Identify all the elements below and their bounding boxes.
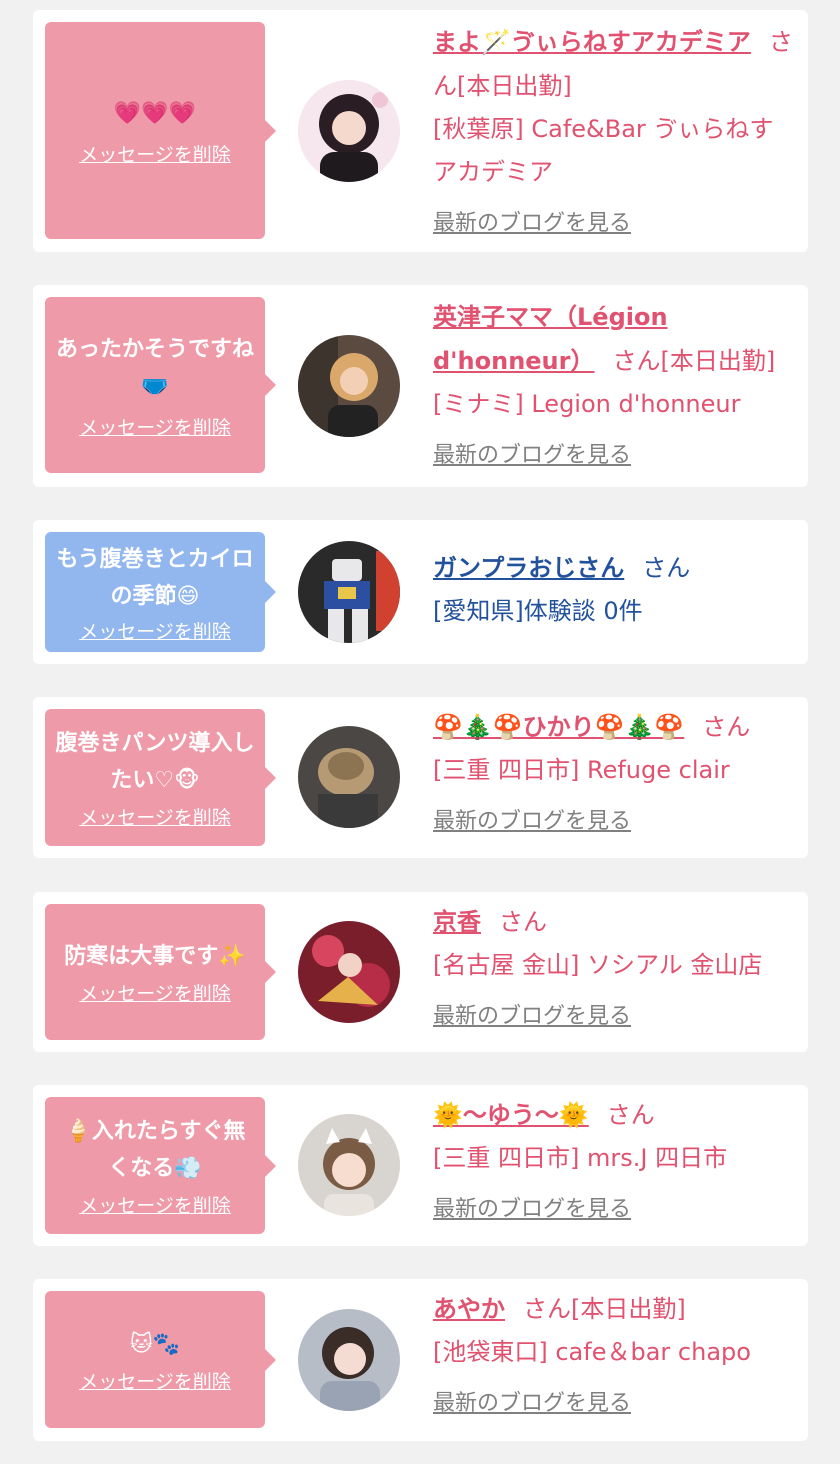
message-bubble: 防寒は大事です✨ メッセージを削除	[45, 904, 276, 1040]
message-bubble: 🍦入れたらすぐ無くなる💨 メッセージを削除	[45, 1097, 276, 1234]
message-card: 腹巻きパンツ導入したい♡🐵 メッセージを削除 🍄🎄🍄ひかり🍄🎄🍄 さん [三重 四…	[33, 697, 808, 858]
delete-message-link[interactable]: メッセージを削除	[79, 803, 231, 830]
delete-message-link[interactable]: メッセージを削除	[79, 979, 231, 1006]
message-text: 腹巻きパンツ導入したい♡🐵	[55, 731, 255, 793]
message-bubble: あったかそうですね🩲 メッセージを削除	[45, 297, 276, 473]
sender-name-link[interactable]: 🌞〜ゆう〜🌞	[433, 1101, 589, 1129]
shop-label: [三重 四日市] mrs.J 四日市	[433, 1144, 728, 1172]
message-text: 💗💗💗	[113, 100, 197, 126]
avatar[interactable]	[298, 80, 400, 182]
latest-blog-link[interactable]: 最新のブログを見る	[433, 202, 631, 246]
sender-suffix: さん[本日出勤]	[612, 347, 776, 375]
avatar[interactable]	[298, 1114, 400, 1216]
sender-name-link[interactable]: 🍄🎄🍄ひかり🍄🎄🍄	[433, 713, 684, 741]
message-card: 🐱🐾 メッセージを削除 あやか さん[本日出勤] [池袋東口] cafe＆bar …	[33, 1279, 808, 1441]
sender-info: まよ🪄ゔぃらねすアカデミア さん[本日出勤] [秋葉原] Cafe&Bar ゔぃら…	[433, 20, 793, 246]
sender-suffix: さん	[702, 713, 751, 741]
delete-message-link[interactable]: メッセージを削除	[79, 140, 231, 167]
sender-info: 🍄🎄🍄ひかり🍄🎄🍄 さん [三重 四日市] Refuge clair 最新のブログ…	[433, 705, 793, 844]
sender-suffix: さん	[606, 1101, 655, 1129]
latest-blog-link[interactable]: 最新のブログを見る	[433, 995, 631, 1039]
avatar[interactable]	[298, 921, 400, 1023]
sender-info: ガンプラおじさん さん [愛知県]体験談 0件	[433, 546, 793, 633]
sender-info: 🌞〜ゆう〜🌞 さん [三重 四日市] mrs.J 四日市 最新のブログを見る	[433, 1093, 793, 1232]
sender-suffix: さん	[499, 908, 547, 936]
shop-label: [秋葉原] Cafe&Bar ゔぃらねすアカデミア	[433, 115, 774, 186]
message-card: 🍦入れたらすぐ無くなる💨 メッセージを削除 🌞〜ゆう〜🌞 さん [三重 四日市] …	[33, 1085, 808, 1246]
sender-name-link[interactable]: 京香	[433, 908, 481, 936]
shop-label: [名古屋 金山] ソシアル 金山店	[433, 951, 763, 979]
latest-blog-link[interactable]: 最新のブログを見る	[433, 800, 631, 844]
message-bubble: もう腹巻きとカイロの季節😄 メッセージを削除	[45, 532, 276, 652]
latest-blog-link[interactable]: 最新のブログを見る	[433, 1382, 631, 1426]
delete-message-link[interactable]: メッセージを削除	[79, 617, 231, 644]
delete-message-link[interactable]: メッセージを削除	[79, 1367, 231, 1394]
sender-name-link[interactable]: まよ🪄ゔぃらねすアカデミア	[433, 28, 751, 56]
avatar[interactable]	[298, 541, 400, 643]
delete-message-link[interactable]: メッセージを削除	[79, 413, 231, 440]
shop-label: [ミナミ] Legion d'honneur	[433, 390, 741, 418]
latest-blog-link[interactable]: 最新のブログを見る	[433, 434, 631, 478]
shop-label: [三重 四日市] Refuge clair	[433, 756, 730, 784]
avatar[interactable]	[298, 726, 400, 828]
latest-blog-link[interactable]: 最新のブログを見る	[433, 1188, 631, 1232]
message-text: もう腹巻きとカイロの季節😄	[56, 546, 254, 609]
sender-suffix: さん	[642, 554, 691, 582]
avatar[interactable]	[298, 1309, 400, 1411]
sender-name-link[interactable]: ガンプラおじさん	[433, 554, 624, 582]
message-text: 🐱🐾	[129, 1331, 181, 1357]
message-card: 防寒は大事です✨ メッセージを削除 京香 さん [名古屋 金山] ソシアル 金山店…	[33, 892, 808, 1052]
message-text: 防寒は大事です✨	[64, 944, 246, 969]
message-list: 💗💗💗 メッセージを削除 まよ🪄ゔぃらねすアカデミア さん[本日出勤] [秋葉原]…	[0, 0, 840, 1464]
shop-label: [池袋東口] cafe＆bar chapo	[433, 1338, 751, 1366]
sender-name-link[interactable]: あやか	[433, 1295, 505, 1323]
message-text: あったかそうですね🩲	[55, 336, 254, 399]
shop-label: [愛知県]体験談 0件	[433, 597, 643, 625]
message-bubble: 💗💗💗 メッセージを削除	[45, 22, 276, 239]
message-bubble: 腹巻きパンツ導入したい♡🐵 メッセージを削除	[45, 709, 276, 846]
avatar[interactable]	[298, 335, 400, 437]
message-bubble: 🐱🐾 メッセージを削除	[45, 1291, 276, 1428]
message-card: あったかそうですね🩲 メッセージを削除 英津子ママ（Légion d'honne…	[33, 285, 808, 487]
message-card: もう腹巻きとカイロの季節😄 メッセージを削除 ガンプラおじさん さん [愛知県]体…	[33, 520, 808, 664]
message-card: 💗💗💗 メッセージを削除 まよ🪄ゔぃらねすアカデミア さん[本日出勤] [秋葉原]…	[33, 10, 808, 252]
sender-suffix: さん[本日出勤]	[523, 1295, 686, 1323]
delete-message-link[interactable]: メッセージを削除	[79, 1191, 231, 1218]
message-text: 🍦入れたらすぐ無くなる💨	[64, 1119, 246, 1181]
sender-info: あやか さん[本日出勤] [池袋東口] cafe＆bar chapo 最新のブログ…	[433, 1287, 793, 1426]
sender-info: 京香 さん [名古屋 金山] ソシアル 金山店 最新のブログを見る	[433, 900, 793, 1039]
sender-info: 英津子ママ（Légion d'honneur） さん[本日出勤] [ミナミ] Le…	[433, 295, 793, 478]
